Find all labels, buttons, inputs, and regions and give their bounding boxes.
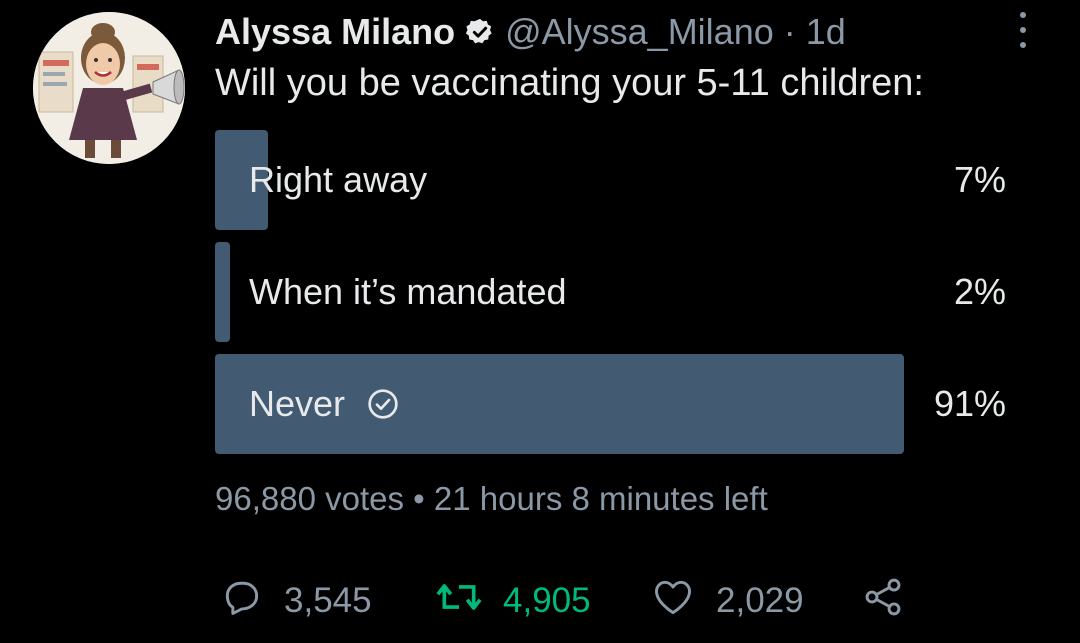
poll-bar	[215, 242, 230, 342]
poll-option-percent: 91%	[933, 383, 1006, 424]
poll-meta: 96,880 votes • 21 hours 8 minutes left	[215, 480, 768, 518]
poll-option-label: When it’s mandated	[249, 271, 567, 312]
tweet-actions: 3,545 4,905 2,029	[220, 578, 906, 624]
poll-time-left: 21 hours 8 minutes left	[433, 480, 768, 517]
heart-icon	[650, 575, 696, 628]
header-separator: ·	[783, 11, 796, 52]
tweet-text: Will you be vaccinating your 5-11 childr…	[215, 62, 924, 104]
poll-option-label: Never	[249, 383, 346, 424]
retweet-button[interactable]: 4,905	[435, 575, 650, 628]
verified-badge-icon	[465, 17, 495, 47]
author-name[interactable]: Alyssa Milano	[215, 11, 455, 53]
like-button[interactable]: 2,029	[650, 575, 860, 628]
author-handle[interactable]: @Alyssa_Milano	[505, 11, 774, 53]
tweet-time[interactable]: 1d	[806, 11, 846, 53]
check-circle-icon	[367, 388, 399, 420]
poll-meta-separator: •	[413, 480, 425, 517]
avatar[interactable]	[33, 12, 185, 164]
poll-option-percent: 2%	[953, 271, 1006, 312]
reply-count: 3,545	[284, 581, 372, 620]
share-icon	[860, 575, 906, 628]
poll-option-never: Never 91%	[215, 354, 1010, 454]
poll-option-percent: 7%	[953, 159, 1006, 200]
like-count: 2,029	[716, 581, 804, 620]
poll-option-when-mandated: When it’s mandated 2%	[215, 242, 1010, 342]
poll-option-right-away: Right away 7%	[215, 130, 1010, 230]
poll-option-label: Right away	[249, 159, 428, 200]
reply-icon	[220, 575, 264, 628]
retweet-icon	[435, 575, 483, 628]
retweet-count: 4,905	[503, 581, 591, 620]
tweet-header: Alyssa Milano @Alyssa_Milano · 1d	[215, 10, 846, 54]
reply-button[interactable]: 3,545	[220, 575, 435, 628]
share-button[interactable]	[860, 575, 906, 628]
poll: Right away 7% When it’s mandated 2% Neve…	[215, 130, 1010, 466]
poll-votes: 96,880 votes	[215, 480, 404, 517]
more-options-icon[interactable]	[1010, 12, 1036, 48]
